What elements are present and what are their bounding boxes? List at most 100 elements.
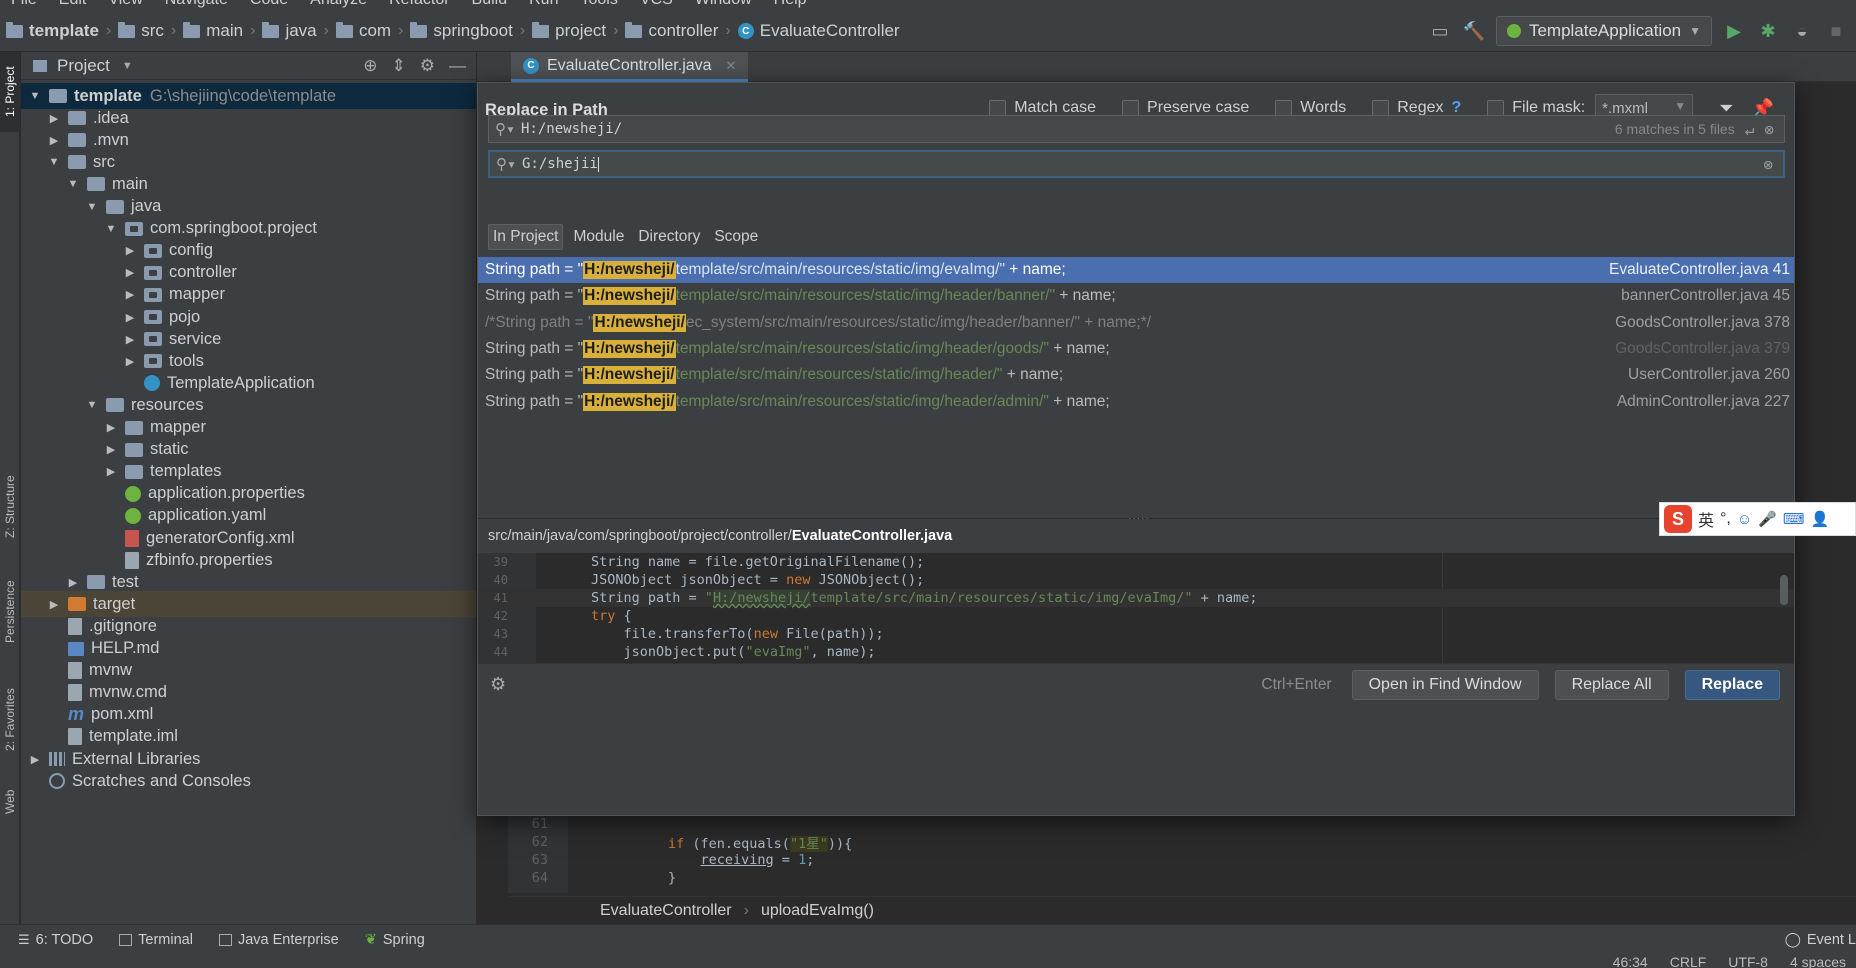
keyboard-icon[interactable]: ⌨ xyxy=(1783,510,1805,528)
open-in-find-window-button[interactable]: Open in Find Window xyxy=(1351,670,1539,700)
breadcrumb-item[interactable]: src xyxy=(118,21,164,41)
tab-event-log[interactable]: ◯ Event L xyxy=(1785,932,1856,948)
expanded-arrow-icon[interactable]: ▼ xyxy=(103,223,119,235)
replace-all-button[interactable]: Replace All xyxy=(1554,670,1669,700)
result-row[interactable]: String path = " H:/newsheji/template/src/… xyxy=(478,257,1794,283)
close-icon[interactable]: ✕ xyxy=(726,58,737,74)
line-separator[interactable]: CRLF xyxy=(1670,954,1707,968)
tab-directory[interactable]: Directory xyxy=(634,224,704,250)
gear-icon[interactable]: ⚙ xyxy=(490,674,506,695)
breadcrumb-item[interactable]: springboot xyxy=(410,21,513,41)
tab-terminal[interactable]: Terminal xyxy=(119,932,193,948)
breadcrumb-item[interactable]: template xyxy=(6,21,99,41)
collapsed-arrow-icon[interactable]: ▶ xyxy=(122,311,138,324)
layout-icon[interactable]: ▭ xyxy=(1428,19,1452,43)
expanded-arrow-icon[interactable]: ▼ xyxy=(46,156,62,168)
breadcrumb-item[interactable]: com xyxy=(335,21,391,41)
menu-item-file[interactable]: File xyxy=(0,0,48,9)
result-row[interactable]: String path = " H:/newsheji/template/src/… xyxy=(478,283,1794,309)
build-hammer-icon[interactable]: 🔨 xyxy=(1462,19,1486,43)
clear-icon[interactable]: ⊗ xyxy=(1764,120,1774,139)
menu-item-edit[interactable]: Edit xyxy=(48,0,98,9)
tab-scope[interactable]: Scope xyxy=(710,224,762,250)
tab-java-enterprise[interactable]: Java Enterprise xyxy=(218,932,339,948)
result-row[interactable]: String path = " H:/newsheji/template/src/… xyxy=(478,336,1794,362)
expanded-arrow-icon[interactable]: ▼ xyxy=(84,399,100,411)
collapsed-arrow-icon[interactable]: ▶ xyxy=(46,598,62,611)
collapsed-arrow-icon[interactable]: ▶ xyxy=(122,333,138,346)
menu-item-help[interactable]: Help xyxy=(763,0,818,9)
expanded-arrow-icon[interactable]: ▼ xyxy=(27,90,43,102)
tab-persistence[interactable]: Persistence xyxy=(0,567,20,657)
splitter[interactable]: ····· xyxy=(478,511,1794,524)
breadcrumb-item[interactable]: controller xyxy=(625,21,718,41)
tab-favorites[interactable]: 2: Favorites xyxy=(0,672,20,767)
breadcrumb-class[interactable]: EvaluateController xyxy=(600,902,732,920)
code-editor[interactable]: 61 62 if (fen.equals("1星")){ 63 receivin… xyxy=(508,815,1856,893)
locate-icon[interactable]: ⊕ xyxy=(363,56,377,76)
collapsed-arrow-icon[interactable]: ▶ xyxy=(103,443,119,456)
sogou-logo-icon[interactable]: S xyxy=(1664,505,1692,533)
tab-module[interactable]: Module xyxy=(569,224,628,250)
collapsed-arrow-icon[interactable]: ▶ xyxy=(46,112,62,125)
collapsed-arrow-icon[interactable]: ▶ xyxy=(122,244,138,257)
tab-in-project[interactable]: In Project xyxy=(488,224,564,250)
tab-spring[interactable]: ❦ Spring xyxy=(365,932,425,948)
menu-item-refactor[interactable]: Refactor xyxy=(378,0,460,9)
gear-icon[interactable]: ⚙ xyxy=(420,56,435,76)
replace-input[interactable]: ⚲▾ G:/shejii ⊗ xyxy=(488,150,1785,178)
code-preview[interactable]: 39 String name = file.getOriginalFilenam… xyxy=(478,553,1794,663)
search-icon[interactable]: ⚲▾ xyxy=(489,120,521,138)
hide-icon[interactable]: — xyxy=(449,56,466,76)
collapsed-arrow-icon[interactable]: ▶ xyxy=(103,465,119,478)
ime-punctuation[interactable]: °, xyxy=(1720,510,1731,528)
indent-setting[interactable]: 4 spaces xyxy=(1790,954,1846,968)
collapsed-arrow-icon[interactable]: ▶ xyxy=(46,134,62,147)
coverage-icon[interactable]: ◒ xyxy=(1790,19,1814,43)
collapsed-arrow-icon[interactable]: ▶ xyxy=(65,576,81,589)
result-row[interactable]: String path = " H:/newsheji/template/src/… xyxy=(478,389,1794,415)
breadcrumb-item[interactable]: project xyxy=(532,21,606,41)
expanded-arrow-icon[interactable]: ▼ xyxy=(84,201,100,213)
caret-position[interactable]: 46:34 xyxy=(1613,954,1648,968)
search-input[interactable]: ⚲▾ H:/newsheji/ 6 matches in 5 files ↵ ⊗ xyxy=(488,115,1785,143)
file-encoding[interactable]: UTF-8 xyxy=(1728,954,1768,968)
menu-item-window[interactable]: Window xyxy=(684,0,763,9)
newline-icon[interactable]: ↵ xyxy=(1745,120,1755,139)
tab-project[interactable]: 1: Project xyxy=(0,52,20,132)
menu-item-view[interactable]: View xyxy=(97,0,153,9)
collapse-all-icon[interactable]: ⇕ xyxy=(392,56,406,76)
menu-item-code[interactable]: Code xyxy=(239,0,299,9)
menu-item-navigate[interactable]: Navigate xyxy=(154,0,239,9)
ime-language[interactable]: 英 xyxy=(1698,507,1714,531)
ime-toolbar[interactable]: S 英 °, ☺ 🎤 ⌨ 👤 xyxy=(1659,502,1856,536)
emoji-icon[interactable]: ☺ xyxy=(1737,511,1752,528)
clear-icon[interactable]: ⊗ xyxy=(1763,155,1773,174)
collapsed-arrow-icon[interactable]: ▶ xyxy=(122,288,138,301)
expanded-arrow-icon[interactable]: ▼ xyxy=(65,178,81,190)
project-panel-title[interactable]: Project xyxy=(57,56,110,76)
breadcrumb-item[interactable]: main xyxy=(183,21,243,41)
collapsed-arrow-icon[interactable]: ▶ xyxy=(103,421,119,434)
debug-icon[interactable]: ✱ xyxy=(1756,19,1780,43)
result-row[interactable]: String path = " H:/newsheji/template/src/… xyxy=(478,362,1794,388)
menu-item-vcs[interactable]: VCS xyxy=(629,0,684,9)
result-row[interactable]: /*String path = " H:/newsheji/ec_system/s… xyxy=(478,310,1794,336)
tree-item[interactable]: Scratches and Consoles xyxy=(21,768,476,794)
collapsed-arrow-icon[interactable]: ▶ xyxy=(122,355,138,368)
breadcrumb-method[interactable]: uploadEvaImg() xyxy=(761,902,874,920)
preview-scrollbar[interactable] xyxy=(1780,575,1788,605)
menu-item-run[interactable]: Run xyxy=(518,0,569,9)
tab-web[interactable]: Web xyxy=(0,777,20,827)
search-icon[interactable]: ⚲▾ xyxy=(490,155,522,173)
editor-tab-evaluatecontroller[interactable]: C EvaluateController.java ✕ xyxy=(511,52,749,82)
tab-structure[interactable]: Z: Structure xyxy=(0,462,20,552)
breadcrumb-item[interactable]: C EvaluateController xyxy=(737,21,900,41)
menu-item-analyze[interactable]: Analyze xyxy=(299,0,378,9)
chevron-down-icon[interactable]: ▼ xyxy=(122,60,133,72)
user-icon[interactable]: 👤 xyxy=(1811,510,1830,528)
collapsed-arrow-icon[interactable]: ▶ xyxy=(122,266,138,279)
collapsed-arrow-icon[interactable]: ▶ xyxy=(27,753,43,766)
run-configuration-select[interactable]: TemplateApplication ▼ xyxy=(1495,16,1712,46)
run-icon[interactable]: ▶ xyxy=(1722,19,1746,43)
